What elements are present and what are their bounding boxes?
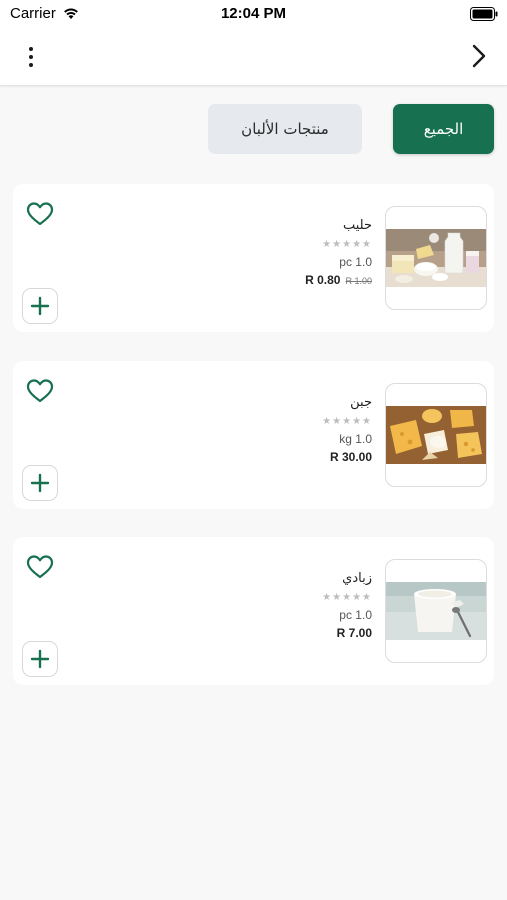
more-vertical-icon — [29, 47, 33, 51]
product-card[interactable]: جبن ★★★★★ kg 1.0 R 30.00 — [13, 361, 494, 509]
product-image-frame[interactable] — [385, 559, 487, 663]
product-info: حليب ★★★★★ pc 1.0 R 0.80 R 1.00 — [212, 218, 372, 289]
dairy-products-image — [386, 229, 486, 287]
product-card[interactable]: حليب ★★★★★ pc 1.0 R 0.80 R 1.00 — [13, 184, 494, 332]
chevron-right-icon[interactable] — [463, 41, 493, 71]
price-row: R 7.00 — [212, 626, 372, 642]
product-quantity: pc 1.0 — [339, 255, 372, 269]
plus-icon — [30, 473, 50, 493]
tab-all[interactable]: الجميع — [393, 104, 494, 154]
product-quantity: pc 1.0 — [339, 608, 372, 622]
product-price: R 0.80 — [305, 273, 341, 287]
product-image-frame[interactable] — [385, 206, 487, 310]
price-row: R 30.00 — [212, 450, 372, 466]
yogurt-image — [386, 582, 486, 640]
menu-dot — [29, 55, 33, 59]
navigation-bar — [0, 28, 507, 86]
product-name: زبادي — [342, 571, 372, 586]
plus-icon — [30, 296, 50, 316]
price-row: R 0.80 R 1.00 — [212, 273, 372, 289]
product-name: حليب — [342, 218, 372, 233]
product-price: R 30.00 — [329, 450, 372, 464]
rating-stars: ★★★★★ — [322, 239, 372, 250]
tab-dairy-products[interactable]: منتجات الألبان — [208, 104, 362, 154]
status-bar: Carrier 12:04 PM — [0, 0, 507, 28]
heart-icon[interactable] — [26, 378, 54, 404]
product-quantity: kg 1.0 — [339, 432, 372, 446]
product-image-frame[interactable] — [385, 383, 487, 487]
add-to-cart-button[interactable] — [22, 641, 58, 677]
more-options-button[interactable] — [16, 42, 46, 72]
add-to-cart-button[interactable] — [22, 465, 58, 501]
battery-icon — [470, 7, 498, 21]
rating-stars: ★★★★★ — [322, 592, 372, 603]
heart-icon[interactable] — [26, 554, 54, 580]
rating-stars: ★★★★★ — [322, 416, 372, 427]
menu-dot — [29, 63, 33, 67]
heart-icon[interactable] — [26, 201, 54, 227]
cheese-image — [386, 406, 486, 464]
product-card[interactable]: زبادي ★★★★★ pc 1.0 R 7.00 — [13, 537, 494, 685]
add-to-cart-button[interactable] — [22, 288, 58, 324]
status-time: 12:04 PM — [220, 5, 287, 22]
product-info: جبن ★★★★★ kg 1.0 R 30.00 — [212, 395, 372, 466]
plus-icon — [30, 649, 50, 669]
product-old-price: R 1.00 — [345, 276, 372, 286]
product-info: زبادي ★★★★★ pc 1.0 R 7.00 — [212, 571, 372, 642]
product-name: جبن — [350, 395, 372, 410]
product-price: R 7.00 — [336, 626, 372, 640]
